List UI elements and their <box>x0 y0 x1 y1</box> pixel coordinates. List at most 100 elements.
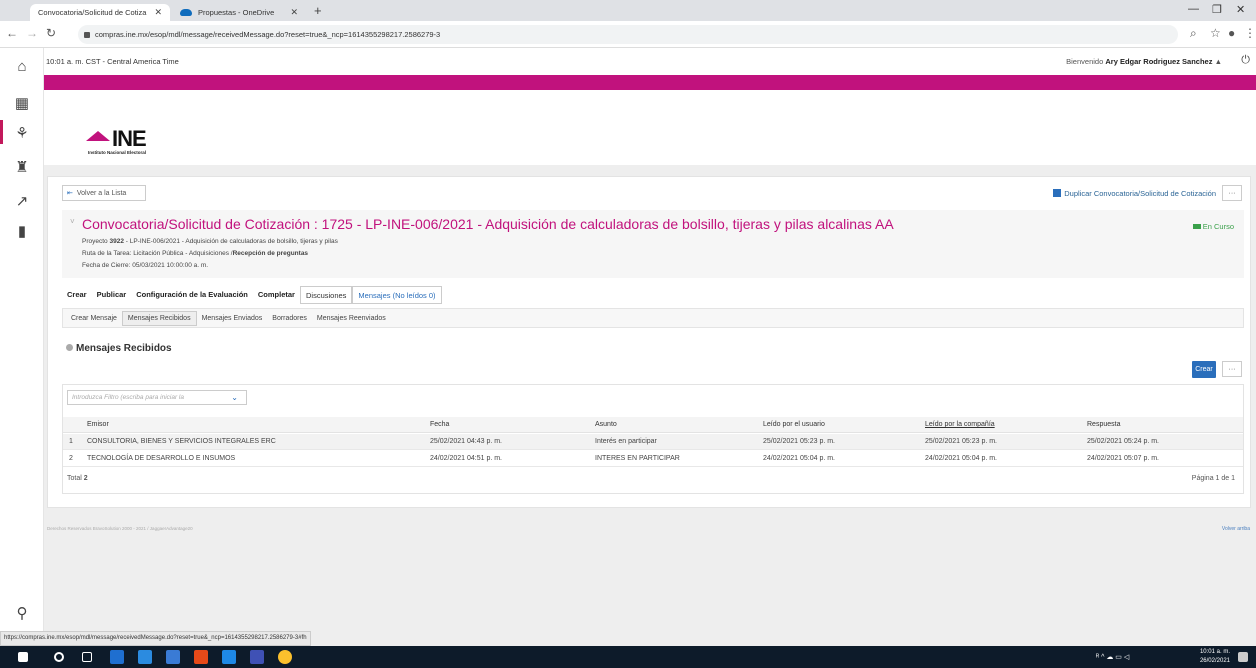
clock-time[interactable]: 10:01 a. m. <box>1180 649 1230 655</box>
more-options-button[interactable]: ··· <box>1222 361 1242 377</box>
app-icon[interactable] <box>194 650 208 664</box>
photos-icon[interactable] <box>250 650 264 664</box>
collapse-chevron-icon[interactable]: ˅ <box>70 217 75 226</box>
browser-tabstrip: Convocatoria/Solicitud de Cotiza ✕ Propu… <box>0 0 1256 21</box>
cell-emisor[interactable]: TECNOLOGÍA DE DESARROLLO E INSUMOS <box>87 455 235 462</box>
close-tab-icon[interactable]: ✕ <box>154 7 162 18</box>
brand-bar <box>44 75 1256 90</box>
close-tab-icon[interactable]: ✕ <box>290 7 298 18</box>
duplicate-link[interactable]: Duplicar Convocatoria/Solicitud de Cotiz… <box>1053 189 1216 198</box>
profile-icon[interactable]: ● <box>1228 26 1235 40</box>
address-bar-row: ← → ↻ compras.ine.mx/esop/mdl/message/re… <box>0 21 1256 48</box>
col-fecha[interactable]: Fecha <box>430 421 449 428</box>
welcome-prefix: Bienvenido <box>1066 57 1104 66</box>
tab-label: Convocatoria/Solicitud de Cotiza <box>38 8 147 17</box>
col-leido-compania[interactable]: Leído por la compañía <box>925 421 995 428</box>
home-icon[interactable]: ⌂ <box>0 58 44 75</box>
col-respuesta[interactable]: Respuesta <box>1087 421 1120 428</box>
zoom-icon[interactable]: ⌕ <box>1190 26 1197 41</box>
app-sidebar: ⌂ ▦ ⚘ ♜ ↗ ▮ ⚲ <box>0 48 44 646</box>
create-message-button[interactable]: Crear <box>1192 361 1216 378</box>
windows-start-icon[interactable] <box>18 652 28 662</box>
suppliers-icon[interactable]: ♜ <box>0 158 44 176</box>
new-tab-button[interactable]: + <box>314 3 322 18</box>
route-line: Ruta de la Tarea: Licitación Pública - A… <box>82 250 308 257</box>
star-icon[interactable]: ☆ <box>1210 26 1221 40</box>
col-emisor[interactable]: Emisor <box>87 421 109 428</box>
browser-tab-onedrive[interactable]: Propuestas - OneDrive ✕ <box>172 4 306 21</box>
row-number: 2 <box>69 455 73 462</box>
teams-icon[interactable] <box>222 650 236 664</box>
chrome-icon[interactable] <box>278 650 292 664</box>
url-field[interactable]: compras.ine.mx/esop/mdl/message/received… <box>78 25 1178 44</box>
filter-input[interactable]: Introduzca Filtro (escriba para iniciar … <box>67 390 247 405</box>
event-title: Convocatoria/Solicitud de Cotización : 1… <box>82 216 894 232</box>
forward-arrow-icon[interactable]: → <box>26 26 38 40</box>
url-text: compras.ine.mx/esop/mdl/message/received… <box>95 30 441 39</box>
cell-leido-compania: 25/02/2021 05:23 p. m. <box>925 438 997 445</box>
tab-crear[interactable]: Crear <box>62 286 92 304</box>
cortana-icon[interactable] <box>54 652 64 662</box>
welcome-text: Bienvenido Ary Edgar Rodriguez Sanchez ▲ <box>1066 57 1222 66</box>
back-to-top-link[interactable]: Volver arriba <box>1222 526 1250 532</box>
logo-subtitle: Instituto Nacional Electoral <box>88 150 147 155</box>
ine-logo[interactable]: INE Instituto Nacional Electoral <box>86 128 147 155</box>
cell-leido-usuario: 25/02/2021 05:23 p. m. <box>763 438 835 445</box>
task-view-icon[interactable] <box>82 652 92 662</box>
browser-tab-active[interactable]: Convocatoria/Solicitud de Cotiza ✕ <box>30 4 170 21</box>
status-badge: En Curso <box>1192 222 1234 231</box>
project-rest: - LP-INE-006/2021 - Adquisición de calcu… <box>125 238 338 245</box>
cell-fecha: 25/02/2021 04:43 p. m. <box>430 438 502 445</box>
subtab-crear-mensaje[interactable]: Crear Mensaje <box>66 312 122 325</box>
route-current: Recepción de preguntas <box>232 250 309 257</box>
restore-icon[interactable]: ❐ <box>1212 3 1222 16</box>
cell-emisor[interactable]: CONSULTORIA, BIENES Y SERVICIOS INTEGRAL… <box>87 438 276 445</box>
cell-asunto[interactable]: Interés en participar <box>595 438 657 445</box>
user-icon[interactable]: ▲ <box>1215 57 1222 66</box>
store-icon[interactable] <box>110 650 124 664</box>
minimize-icon[interactable]: — <box>1188 3 1199 15</box>
tab-mensajes[interactable]: Mensajes (No leídos 0) <box>352 286 442 304</box>
clock-date[interactable]: 26/02/2021 <box>1180 658 1230 664</box>
route-prefix: Ruta de la Tarea: Licitación Pública - A… <box>82 250 233 257</box>
menu-icon[interactable]: ⋮ <box>1244 26 1256 40</box>
edge-icon[interactable] <box>138 650 152 664</box>
subtab-mensajes-recibidos[interactable]: Mensajes Recibidos <box>121 310 197 326</box>
back-to-list-button[interactable]: ⇤ Volver a la Lista <box>62 185 146 201</box>
chevron-down-icon[interactable]: ⌄ <box>231 393 238 402</box>
back-arrow-icon[interactable]: ← <box>6 26 18 40</box>
people-icon[interactable] <box>166 650 180 664</box>
table-row[interactable]: 2 TECNOLOGÍA DE DESARROLLO E INSUMOS 24/… <box>63 451 1243 467</box>
user-name[interactable]: Ary Edgar Rodriguez Sanchez <box>1105 57 1212 66</box>
subtab-mensajes-enviados[interactable]: Mensajes Enviados <box>197 312 268 325</box>
search-icon[interactable]: ⚲ <box>0 604 44 622</box>
reload-icon[interactable]: ↻ <box>46 26 56 40</box>
header: INE Instituto Nacional Electoral <box>44 90 1256 165</box>
close-window-icon[interactable]: ✕ <box>1236 3 1245 16</box>
subtab-mensajes-reenviados[interactable]: Mensajes Reenviados <box>312 312 391 325</box>
subtab-borradores[interactable]: Borradores <box>267 312 312 325</box>
more-actions-button[interactable]: ··· <box>1222 185 1242 201</box>
notifications-icon[interactable] <box>1238 652 1248 662</box>
event-info: ˅ Convocatoria/Solicitud de Cotización :… <box>62 210 1244 278</box>
section-title-text: Mensajes Recibidos <box>76 343 172 354</box>
tab-configuracion[interactable]: Configuración de la Evaluación <box>131 286 253 304</box>
contracts-icon[interactable]: ▮ <box>0 222 44 240</box>
sourcing-icon[interactable]: ⚘ <box>0 124 44 142</box>
status-url: https://compras.ine.mx/esop/mdl/message/… <box>0 631 311 646</box>
tab-completar[interactable]: Completar <box>253 286 300 304</box>
cell-asunto[interactable]: INTERES EN PARTICIPAR <box>595 455 680 462</box>
copyright-text: Derechos Reservados BravoSolution 2000 -… <box>47 526 193 531</box>
table-row[interactable]: 1 CONSULTORIA, BIENES Y SERVICIOS INTEGR… <box>63 434 1243 450</box>
col-asunto[interactable]: Asunto <box>595 421 617 428</box>
dashboard-icon[interactable]: ▦ <box>0 94 44 112</box>
logout-icon[interactable]: ⏻ <box>1241 54 1250 67</box>
tab-publicar[interactable]: Publicar <box>92 286 132 304</box>
pagination: Página 1 de 1 <box>1191 475 1235 482</box>
current-time: 10:01 a. m. CST - Central America Time <box>46 57 179 66</box>
col-leido-usuario[interactable]: Leído por el usuario <box>763 421 825 428</box>
tab-discusiones[interactable]: Discusiones <box>299 286 353 304</box>
tray-icons[interactable]: ᴿ ^ ☁ ▭ ◁ <box>1096 653 1129 661</box>
analytics-icon[interactable]: ↗ <box>0 192 44 210</box>
cell-respuesta: 24/02/2021 05:07 p. m. <box>1087 455 1159 462</box>
